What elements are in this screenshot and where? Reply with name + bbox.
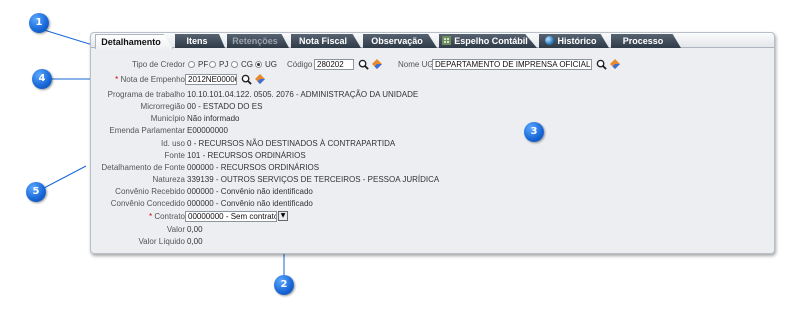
contrato-select[interactable]: 00000000 - Sem contrato	[185, 211, 277, 222]
id-uso-value: 0 - RECURSOS NÃO DESTINADOS À CONTRAPART…	[187, 139, 396, 148]
tipo-credor-label: Tipo de Credor	[131, 60, 185, 69]
radio-pj[interactable]	[209, 61, 216, 68]
natureza-value: 339139 - OUTROS SERVIÇOS DE TERCEIROS - …	[187, 175, 440, 184]
codigo-input[interactable]: 280202	[314, 59, 354, 70]
convenio-concedido-label: Convênio Concedido	[110, 199, 185, 208]
tab-espelho-contabil[interactable]: Espelho Contábil	[439, 34, 537, 48]
tab-itens[interactable]: Itens	[175, 34, 225, 48]
search-codigo-icon[interactable]	[358, 59, 369, 70]
nota-empenho-input[interactable]: 2012NE00006	[185, 74, 237, 85]
fonte-label: Fonte	[164, 151, 185, 160]
municipio-label: Município	[150, 114, 185, 123]
microrregiao-value: 00 - ESTADO DO ES	[187, 102, 263, 111]
convenio-recebido-label: Convênio Recebido	[115, 187, 185, 196]
tab-bar: Detalhamento Itens Retenções Nota Fiscal…	[91, 33, 774, 49]
detalhamento-fonte-label: Detalhamento de Fonte	[101, 163, 185, 172]
radio-pf-label: PF	[198, 60, 209, 69]
tab-observacao[interactable]: Observação	[363, 34, 437, 48]
clear-nome-ug-icon[interactable]	[610, 59, 620, 69]
programa-trabalho-value: 10.10.101.04.122. 0505. 2076 - ADMINISTR…	[187, 90, 419, 99]
valor-liquido-value: 0,00	[187, 237, 203, 246]
radio-ug[interactable]	[255, 61, 262, 68]
convenio-concedido-value: 000000 - Convênio não identificado	[187, 199, 313, 208]
codigo-label: Código	[287, 60, 313, 69]
callout-2: 2	[274, 275, 294, 295]
microrregiao-label: Microrregião	[140, 102, 185, 111]
callout-1: 1	[29, 13, 49, 33]
convenio-recebido-value: 000000 - Convênio não identificado	[187, 187, 313, 196]
fonte-value: 101 - RECURSOS ORDINÁRIOS	[187, 151, 306, 160]
natureza-label: Natureza	[152, 175, 185, 184]
tab-retencoes: Retenções	[227, 34, 289, 48]
id-uso-label: Id. uso	[160, 139, 185, 148]
clear-codigo-icon[interactable]	[372, 59, 382, 69]
programa-trabalho-label: Programa de trabalho	[107, 90, 185, 99]
emenda-parlamentar-label: Emenda Parlamentar	[109, 126, 185, 135]
nota-empenho-label: * Nota de Empenho	[115, 75, 185, 84]
spreadsheet-icon	[442, 36, 452, 45]
valor-label: Valor	[166, 225, 185, 234]
radio-pj-label: PJ	[219, 60, 229, 69]
callout-5: 5	[26, 182, 46, 202]
nome-ug-label: Nome UG	[398, 60, 434, 69]
radio-pf[interactable]	[188, 61, 195, 68]
callout-5-line	[43, 165, 87, 189]
chevron-down-icon[interactable]: ▼	[278, 211, 288, 221]
municipio-value: Não informado	[187, 114, 240, 123]
nome-ug-input[interactable]: DEPARTAMENTO DE IMPRENSA OFICIAL-280	[432, 59, 592, 70]
tab-detalhamento[interactable]: Detalhamento	[95, 34, 173, 49]
tab-nota-fiscal[interactable]: Nota Fiscal	[291, 34, 361, 48]
detail-panel: Detalhamento Itens Retenções Nota Fiscal…	[90, 32, 775, 254]
search-nota-empenho-icon[interactable]	[241, 74, 252, 85]
radio-cg[interactable]	[231, 61, 238, 68]
globe-icon	[545, 36, 555, 45]
callout-4: 4	[32, 69, 52, 89]
radio-cg-label: CG	[241, 60, 253, 69]
tab-processo[interactable]: Processo	[611, 34, 681, 48]
contrato-label: * Contrato	[148, 212, 185, 221]
callout-3: 3	[524, 122, 544, 142]
clear-nota-empenho-icon[interactable]	[255, 74, 265, 84]
detalhamento-fonte-value: 000000 - RECURSOS ORDINÁRIOS	[187, 163, 320, 172]
tab-historico[interactable]: Histórico	[539, 34, 609, 48]
search-nome-ug-icon[interactable]	[596, 59, 607, 70]
valor-value: 0,00	[187, 225, 203, 234]
radio-ug-label: UG	[265, 60, 277, 69]
valor-liquido-label: Valor Líquido	[138, 237, 185, 246]
emenda-parlamentar-value: E00000000	[187, 126, 228, 135]
